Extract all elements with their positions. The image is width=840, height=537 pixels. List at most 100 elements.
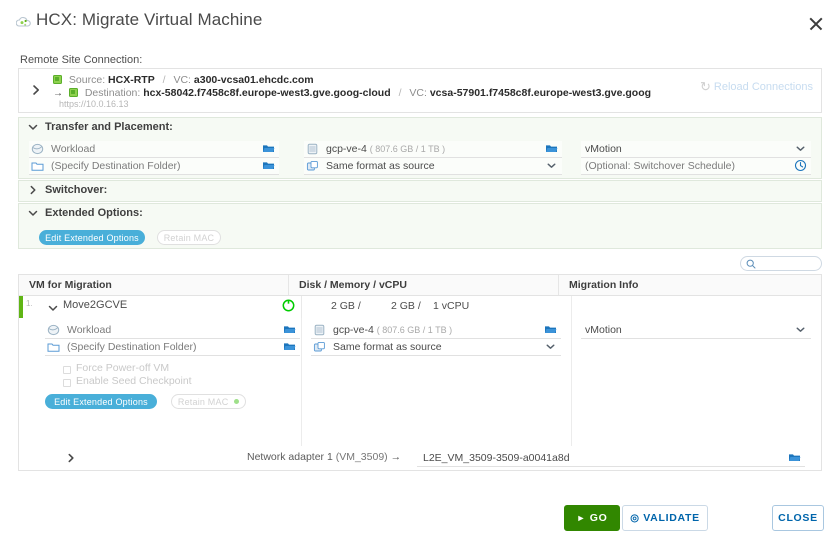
transfer-section-title: Transfer and Placement: (45, 121, 173, 133)
source-line: Source: HCX-RTP / VC: a300-vcsa01.ehcdc.… (53, 74, 651, 87)
vm-name[interactable]: Move2GCVE (63, 299, 127, 311)
table-row: 1. Move2GCVE 2 GB / 2 GB / 1 vCPU Worklo… (19, 296, 821, 471)
row-disk-format-field[interactable]: Same format as source (311, 339, 561, 356)
chevron-down-icon[interactable] (544, 340, 557, 353)
destination-value: hcx-58042.f7458c8f.europe-west3.gve.goog… (143, 87, 391, 99)
row-compute-container-value: Workload (67, 324, 112, 336)
destination-folder-field[interactable]: (Specify Destination Folder) (29, 158, 279, 175)
network-target-field[interactable]: L2E_VM_3509-3509-a0041a8d (417, 450, 805, 467)
go-button[interactable]: ► GO (564, 505, 620, 531)
arrow-right-icon: → (53, 88, 63, 99)
destination-folder-value: (Specify Destination Folder) (51, 160, 181, 172)
column-header-vm: VM for Migration (19, 275, 289, 295)
site-icon (68, 88, 78, 97)
transfer-and-placement-panel: Transfer and Placement: Workload (Specif… (18, 117, 822, 179)
folder-picker-icon[interactable] (262, 159, 275, 172)
destination-line: → Destination: hcx-58042.f7458c8f.europe… (53, 87, 651, 100)
folder-picker-icon[interactable] (544, 323, 557, 336)
migration-table: VM for Migration Disk / Memory / vCPU Mi… (18, 274, 822, 471)
search-box[interactable] (740, 256, 822, 271)
network-adapter-name: Network adapter 1 (247, 451, 333, 463)
chevron-right-icon (27, 184, 39, 196)
power-on-icon (282, 299, 295, 312)
disk-format-field[interactable]: Same format as source (304, 158, 562, 175)
enable-seed-checkpoint-checkbox[interactable] (63, 379, 71, 387)
row-destination-folder-field[interactable]: (Specify Destination Folder) (45, 339, 300, 356)
switchover-section-title: Switchover: (45, 184, 108, 196)
chevron-right-icon[interactable] (29, 83, 43, 97)
chevron-right-icon[interactable] (65, 452, 77, 464)
column-header-migration-info: Migration Info (569, 279, 639, 291)
play-icon: ► (576, 513, 587, 523)
memory-size: 2 GB / (391, 300, 421, 312)
chevron-down-icon[interactable] (794, 142, 807, 155)
datastore-icon (306, 143, 319, 155)
go-label: GO (589, 512, 608, 524)
extended-options-section-title: Extended Options: (45, 207, 143, 219)
row-retain-mac-label: Retain MAC (177, 397, 229, 407)
migration-type-field[interactable]: vMotion (581, 141, 811, 158)
remote-site-connection-panel: Source: HCX-RTP / VC: a300-vcsa01.ehcdc.… (18, 68, 822, 113)
retain-mac-button[interactable]: Retain MAC (157, 230, 221, 245)
arrow-right-icon: → (390, 451, 402, 463)
source-vc-value: a300-vcsa01.ehcdc.com (193, 74, 314, 86)
reload-connections-label: Reload Connections (713, 81, 813, 93)
chevron-down-icon[interactable] (47, 302, 59, 314)
folder-icon (31, 160, 44, 172)
row-retain-mac-button[interactable]: Retain MAC (171, 394, 246, 409)
datastore-field[interactable]: gcp-ve-4 ( 807.6 GB / 1 TB ) (304, 141, 562, 158)
chevron-down-icon (27, 121, 39, 133)
disk-format-icon (306, 160, 319, 172)
chevron-down-icon[interactable] (545, 159, 558, 172)
row-status-indicator (19, 296, 23, 318)
site-icon (53, 75, 62, 84)
close-button[interactable]: CLOSE (772, 505, 824, 531)
folder-picker-icon[interactable] (788, 451, 801, 464)
close-icon[interactable] (806, 14, 826, 34)
window-titlebar: HCX: Migrate Virtual Machine (0, 0, 840, 46)
row-edit-extended-options-button[interactable]: Edit Extended Options (45, 394, 157, 409)
folder-picker-icon[interactable] (283, 340, 296, 353)
row-compute-container-field[interactable]: Workload (45, 322, 300, 339)
migration-type-value: vMotion (585, 143, 622, 155)
datastore-icon (313, 324, 326, 336)
transfer-section-header[interactable]: Transfer and Placement: (19, 118, 821, 137)
vcpu-count: 1 vCPU (433, 300, 470, 312)
force-power-off-checkbox[interactable] (63, 366, 71, 374)
row-datastore-value: gcp-ve-4 ( 807.6 GB / 1 TB ) (333, 324, 452, 336)
reload-connections-button[interactable]: ↻ Reload Connections (700, 79, 813, 95)
switchover-schedule-field[interactable]: (Optional: Switchover Schedule) (581, 158, 811, 175)
separator: / (162, 74, 166, 86)
row-datastore-field[interactable]: gcp-ve-4 ( 807.6 GB / 1 TB ) (311, 322, 561, 339)
hcx-cloud-icon (15, 16, 32, 30)
datastore-name: gcp-ve-4 (326, 143, 367, 155)
extended-options-section-header[interactable]: Extended Options: (19, 204, 821, 223)
switchover-section-header[interactable]: Switchover: (19, 181, 821, 200)
check-circle-icon: ◎ (630, 513, 640, 524)
search-input[interactable] (758, 257, 818, 270)
refresh-icon: ↻ (700, 79, 711, 94)
compute-container-field[interactable]: Workload (29, 141, 279, 158)
remote-site-connection-label: Remote Site Connection: (20, 54, 143, 66)
switchover-panel: Switchover: (18, 180, 822, 202)
extended-options-panel: Extended Options: Edit Extended Options … (18, 203, 822, 249)
folder-picker-icon[interactable] (283, 323, 296, 336)
clock-icon[interactable] (794, 159, 807, 172)
row-datastore-name: gcp-ve-4 (333, 324, 374, 336)
connection-details: Source: HCX-RTP / VC: a300-vcsa01.ehcdc.… (53, 74, 651, 100)
chevron-down-icon[interactable] (794, 323, 807, 336)
chevron-down-icon (27, 207, 39, 219)
folder-picker-icon[interactable] (545, 142, 558, 155)
destination-vc-value: vcsa-57901.f7458c8f.europe-west3.gve.goo… (429, 87, 652, 99)
column-header-disk: Disk / Memory / vCPU (289, 275, 559, 295)
row-migration-type-field[interactable]: vMotion (581, 322, 811, 339)
table-header-row: VM for Migration Disk / Memory / vCPU Mi… (19, 275, 821, 296)
row-disk-format-value: Same format as source (333, 341, 442, 353)
edit-extended-options-button[interactable]: Edit Extended Options (39, 230, 145, 245)
validate-button[interactable]: ◎ VALIDATE (622, 505, 708, 531)
cluster-icon (47, 324, 60, 336)
force-power-off-label: Force Power-off VM (76, 362, 170, 374)
folder-picker-icon[interactable] (262, 142, 275, 155)
disk-format-value: Same format as source (326, 160, 435, 172)
folder-icon (47, 341, 60, 353)
